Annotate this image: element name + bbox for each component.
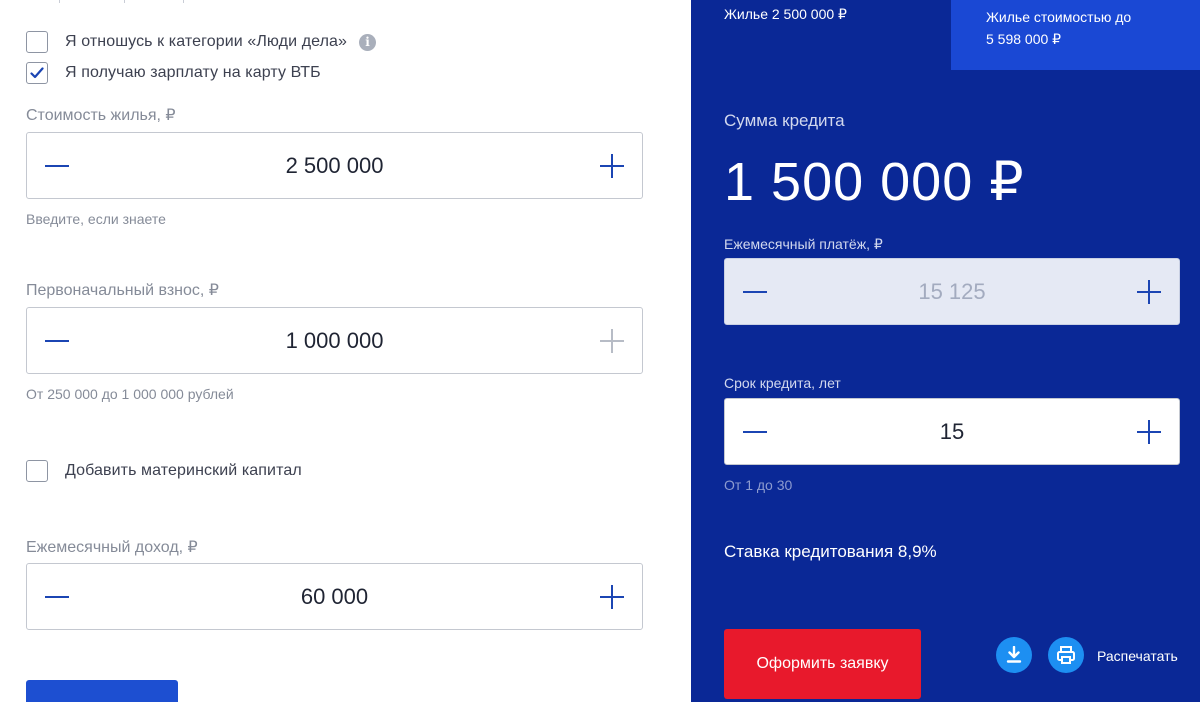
print-label[interactable]: Распечатать xyxy=(1097,648,1178,664)
max-housing-line2: 5 598 000 ₽ xyxy=(986,31,1062,47)
down-payment-value[interactable]: 1 000 000 xyxy=(27,328,642,354)
apply-button[interactable]: Оформить заявку xyxy=(724,629,921,699)
minus-icon[interactable] xyxy=(45,339,69,342)
monthly-payment-stepper[interactable]: 15 125 xyxy=(724,258,1180,325)
price-value[interactable]: 2 500 000 xyxy=(27,153,642,179)
plus-icon[interactable] xyxy=(600,584,624,609)
down-payment-stepper[interactable]: 1 000 000 xyxy=(26,307,643,374)
plus-icon[interactable] xyxy=(600,153,624,178)
minus-icon[interactable] xyxy=(45,595,69,598)
vtb-salary-label: Я получаю зарплату на карту ВТБ xyxy=(65,64,321,81)
minus-icon[interactable] xyxy=(743,290,767,293)
monthly-payment-label: Ежемесячный платёж, ₽ xyxy=(724,236,883,252)
printer-icon xyxy=(1057,646,1075,664)
download-button[interactable] xyxy=(996,637,1032,673)
max-housing-line1: Жилье стоимостью до xyxy=(986,9,1132,25)
minus-icon[interactable] xyxy=(743,430,767,433)
income-label: Ежемесячный доход, ₽ xyxy=(26,539,198,556)
minus-icon[interactable] xyxy=(45,164,69,167)
income-value[interactable]: 60 000 xyxy=(27,584,642,610)
housing-price-tab[interactable]: Жилье 2 500 000 ₽ xyxy=(724,6,847,23)
price-label: Стоимость жилья, ₽ xyxy=(26,107,176,124)
people-of-business-row[interactable]: Я отношусь к категории «Люди дела» i xyxy=(26,31,377,53)
tabs-strip xyxy=(0,0,691,3)
checkmark-icon xyxy=(30,67,44,79)
loan-sum-value: 1 500 000 ₽ xyxy=(724,152,1025,212)
plus-icon[interactable] xyxy=(1137,279,1161,304)
term-value[interactable]: 15 xyxy=(725,419,1179,445)
calculator-form: Я отношусь к категории «Люди дела» i Я п… xyxy=(0,0,691,702)
print-button[interactable] xyxy=(1048,637,1084,673)
info-icon[interactable]: i xyxy=(359,33,377,51)
people-of-business-label: Я отношусь к категории «Люди дела» xyxy=(65,33,348,50)
down-payment-hint: От 250 000 до 1 000 000 рублей xyxy=(26,386,234,402)
price-hint: Введите, если знаете xyxy=(26,211,166,227)
interest-rate: Ставка кредитования 8,9% xyxy=(724,542,937,561)
price-stepper[interactable]: 2 500 000 xyxy=(26,132,643,199)
tab-divider xyxy=(183,0,184,3)
term-stepper[interactable]: 15 xyxy=(724,398,1180,465)
monthly-payment-value[interactable]: 15 125 xyxy=(725,279,1179,305)
maternity-capital-label: Добавить материнский капитал xyxy=(65,462,302,479)
result-panel: Жилье 2 500 000 ₽ Жилье стоимостью до 5 … xyxy=(691,0,1200,702)
people-of-business-checkbox[interactable] xyxy=(26,31,48,53)
plus-icon[interactable] xyxy=(1137,419,1161,444)
term-hint: От 1 до 30 xyxy=(724,477,793,493)
download-icon xyxy=(1006,646,1022,663)
tab-divider xyxy=(124,0,125,3)
tab-divider xyxy=(59,0,60,3)
submit-button[interactable] xyxy=(26,680,178,702)
max-housing-tab[interactable]: Жилье стоимостью до 5 598 000 ₽ xyxy=(951,0,1200,70)
loan-sum-label: Сумма кредита xyxy=(724,111,845,130)
down-payment-label: Первоначальный взнос, ₽ xyxy=(26,282,219,299)
income-stepper[interactable]: 60 000 xyxy=(26,563,643,630)
maternity-capital-row[interactable]: Добавить материнский капитал xyxy=(26,460,302,482)
term-label: Срок кредита, лет xyxy=(724,375,841,391)
maternity-capital-checkbox[interactable] xyxy=(26,460,48,482)
plus-icon[interactable] xyxy=(600,328,624,353)
vtb-salary-checkbox[interactable] xyxy=(26,62,48,84)
vtb-salary-row[interactable]: Я получаю зарплату на карту ВТБ xyxy=(26,62,321,84)
